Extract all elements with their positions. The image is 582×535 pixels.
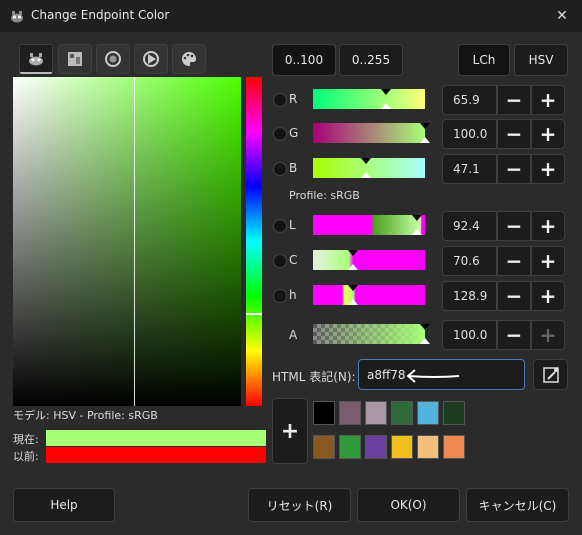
decrement-b-button[interactable]: − — [497, 154, 531, 184]
increment-b-button[interactable]: + — [531, 154, 565, 184]
value-g[interactable]: 100.0 — [442, 119, 497, 149]
tab-wheel-selector[interactable] — [96, 44, 130, 74]
increment-a-button[interactable]: + — [531, 320, 565, 350]
decrement-g-button[interactable]: − — [497, 119, 531, 149]
radio-h[interactable] — [273, 289, 287, 303]
decrement-c-button[interactable]: − — [497, 246, 531, 276]
label-r: R — [289, 92, 298, 106]
history-swatch[interactable] — [339, 435, 361, 459]
previous-color-swatch[interactable] — [46, 447, 266, 463]
value-h[interactable]: 128.9 — [442, 281, 497, 311]
ok-button[interactable]: OK(O) — [357, 488, 460, 522]
html-notation-label: HTML 表記(N): — [272, 370, 356, 384]
label-b: B — [289, 161, 298, 175]
cancel-button[interactable]: キャンセル(C) — [466, 488, 569, 522]
slider-h[interactable] — [313, 285, 425, 307]
label-l: L — [289, 218, 296, 232]
slider-l-marker — [412, 215, 422, 235]
slider-b-marker — [361, 158, 371, 178]
history-swatch[interactable] — [313, 401, 335, 425]
slider-r-marker — [381, 89, 391, 109]
sv-color-area[interactable] — [13, 77, 241, 406]
history-swatch[interactable] — [391, 401, 413, 425]
model-info: モデル: HSV - Profile: sRGB — [13, 409, 158, 422]
slider-g-marker — [420, 123, 430, 143]
decrement-l-button[interactable]: − — [497, 211, 531, 241]
label-c: C — [289, 253, 298, 267]
radio-l[interactable] — [273, 219, 287, 233]
slider-c[interactable] — [313, 250, 425, 272]
html-notation-value: a8ff78 — [367, 368, 406, 382]
slider-b[interactable] — [313, 158, 425, 180]
decrement-a-button[interactable]: − — [497, 320, 531, 350]
arrow-annotation-icon — [406, 369, 460, 383]
gimp-icon — [11, 11, 23, 23]
current-color-swatch — [46, 430, 266, 446]
close-icon[interactable]: ✕ — [542, 0, 582, 32]
history-swatch[interactable] — [391, 435, 413, 459]
history-swatch[interactable] — [365, 401, 387, 425]
history-swatch[interactable] — [365, 435, 387, 459]
history-swatch[interactable] — [339, 401, 361, 425]
hue-strip[interactable] — [246, 77, 262, 406]
increment-g-button[interactable]: + — [531, 119, 565, 149]
range-0-255-button[interactable]: 0..255 — [339, 44, 403, 76]
palette-icon — [182, 52, 197, 66]
history-swatch[interactable] — [417, 435, 439, 459]
history-swatch[interactable] — [417, 401, 439, 425]
range-0-100-button[interactable]: 0..100 — [272, 44, 336, 76]
history-swatch[interactable] — [313, 435, 335, 459]
increment-r-button[interactable]: + — [531, 85, 565, 115]
radio-b[interactable] — [273, 162, 287, 176]
label-h: h — [289, 288, 297, 302]
slider-r[interactable] — [313, 89, 425, 111]
tab-triangle-selector[interactable] — [134, 44, 168, 74]
triangle-selector-icon — [143, 51, 159, 67]
color-picker-button[interactable] — [533, 359, 568, 390]
title-bar: Change Endpoint Color ✕ — [0, 0, 582, 32]
color-wheel-icon — [105, 51, 121, 67]
slider-l[interactable] — [313, 215, 425, 237]
radio-c[interactable] — [273, 254, 287, 268]
reset-button[interactable]: リセット(R) — [248, 488, 351, 522]
value-r[interactable]: 65.9 — [442, 85, 497, 115]
value-c[interactable]: 70.6 — [442, 246, 497, 276]
increment-h-button[interactable]: + — [531, 281, 565, 311]
hue-marker — [246, 313, 262, 315]
gimp-selector-icon — [29, 52, 43, 65]
slider-g[interactable] — [313, 123, 430, 145]
label-g: G — [289, 126, 299, 140]
value-a[interactable]: 100.0 — [442, 320, 497, 350]
slider-a-marker — [420, 324, 430, 344]
slider-h-marker — [348, 285, 358, 305]
radio-g[interactable] — [273, 127, 287, 141]
label-a: A — [289, 328, 298, 342]
tab-gimp-selector[interactable] — [19, 44, 53, 74]
decrement-h-button[interactable]: − — [497, 281, 531, 311]
help-button[interactable]: Help — [13, 488, 115, 522]
cmyk-icon — [68, 52, 82, 66]
increment-l-button[interactable]: + — [531, 211, 565, 241]
add-to-history-button[interactable]: + — [272, 398, 308, 464]
history-swatch[interactable] — [443, 401, 465, 425]
slider-a[interactable] — [313, 324, 430, 346]
tab-cmyk-selector[interactable] — [58, 44, 92, 74]
history-swatch[interactable] — [443, 435, 465, 459]
tab-palette-selector[interactable] — [172, 44, 206, 74]
slider-c-marker — [348, 250, 358, 270]
value-l[interactable]: 92.4 — [442, 211, 497, 241]
current-label: 現在: — [13, 433, 39, 446]
decrement-r-button[interactable]: − — [497, 85, 531, 115]
html-notation-input[interactable]: a8ff78 — [358, 359, 525, 390]
window-title: Change Endpoint Color — [31, 8, 170, 22]
lch-button[interactable]: LCh — [458, 44, 510, 76]
radio-r[interactable] — [273, 93, 287, 107]
eyedropper-icon — [542, 366, 559, 383]
hsv-button[interactable]: HSV — [514, 44, 568, 76]
previous-label: 以前: — [13, 450, 39, 463]
increment-c-button[interactable]: + — [531, 246, 565, 276]
profile-label: Profile: sRGB — [289, 189, 360, 202]
sv-crosshair-vertical — [134, 77, 135, 406]
value-b[interactable]: 47.1 — [442, 154, 497, 184]
